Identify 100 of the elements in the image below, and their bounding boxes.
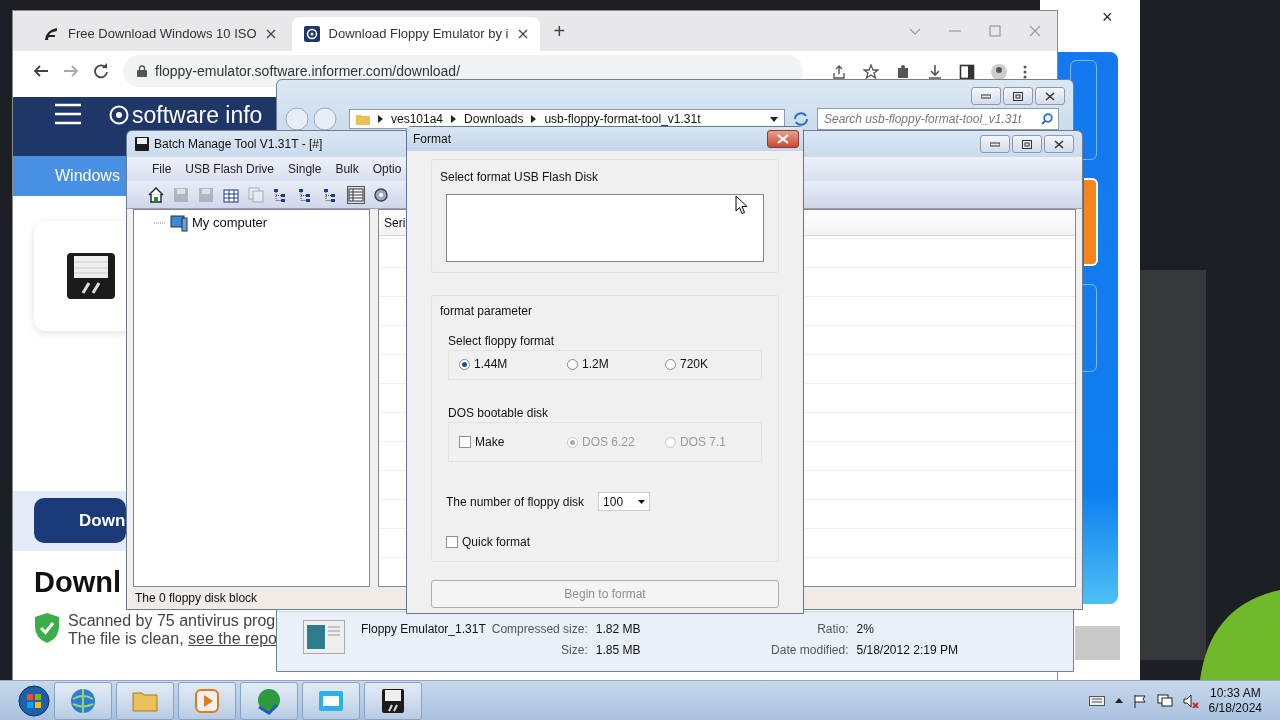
close-icon xyxy=(1054,139,1064,149)
checkbox[interactable] xyxy=(459,436,471,448)
detail-label: Ratio: xyxy=(816,621,849,638)
address-bar[interactable]: ves101a4 Downloads usb-floppy-format-tool_v1.31t xyxy=(349,109,785,129)
close-icon xyxy=(777,134,789,144)
menu-item[interactable]: Single xyxy=(288,160,322,178)
menu-icon[interactable] xyxy=(1023,64,1027,80)
tab-title: Free Download Windows 10 ISO xyxy=(68,25,257,44)
flag-icon[interactable] xyxy=(1132,693,1147,708)
list-view-icon xyxy=(348,186,364,203)
browser-tab[interactable]: Download Floppy Emulator by i xyxy=(291,17,540,51)
maximize-icon xyxy=(1013,91,1023,101)
disk-list[interactable] xyxy=(446,194,764,262)
close-button[interactable] xyxy=(1044,135,1074,153)
tab-title: Download Floppy Emulator by i xyxy=(328,25,509,44)
menu-item[interactable]: File xyxy=(152,160,172,178)
chevron-right-icon xyxy=(451,115,457,123)
report-link[interactable]: see the repo xyxy=(188,630,277,647)
checkbox[interactable] xyxy=(446,536,458,548)
close-button[interactable] xyxy=(767,130,799,148)
chevron-right-icon xyxy=(531,115,537,123)
globe-icon xyxy=(69,686,97,715)
chevron-up-icon[interactable] xyxy=(1114,698,1123,703)
home-icon xyxy=(148,186,164,203)
close-icon xyxy=(1045,91,1055,101)
close-icon[interactable] xyxy=(517,29,528,39)
url-text: floppy-emulator.software.informer.com/download/ xyxy=(155,61,461,81)
detail-label: Size: xyxy=(560,642,588,659)
radio-button[interactable] xyxy=(459,358,470,370)
tree-item[interactable]: My computer xyxy=(154,213,369,233)
detail-value: 2% xyxy=(856,621,875,638)
group-label: format parameter xyxy=(440,303,533,320)
dotted-connector-icon xyxy=(154,220,166,225)
media-player-icon xyxy=(193,686,221,715)
toolbar-button[interactable] xyxy=(347,185,365,204)
download-icon[interactable] xyxy=(927,64,943,80)
menu-item[interactable]: USB Flash Drive xyxy=(185,160,275,178)
background-panel xyxy=(1075,626,1120,660)
action-button[interactable] xyxy=(1084,178,1098,266)
clock-time[interactable]: 10:33 AM xyxy=(1208,685,1262,701)
close-icon[interactable] xyxy=(265,29,276,39)
new-tab-button[interactable]: + xyxy=(553,16,566,46)
option-label: DOS 7.1 xyxy=(680,434,727,451)
lock-icon xyxy=(137,65,147,77)
copy-icon xyxy=(248,186,264,203)
detail-value: 1.82 MB xyxy=(595,621,641,638)
page-heading: Downl xyxy=(34,565,121,599)
group-label: DOS bootable disk xyxy=(448,405,549,422)
refresh-icon[interactable] xyxy=(791,110,811,128)
keyboard-icon[interactable] xyxy=(1088,695,1105,706)
toolbar-button[interactable] xyxy=(372,185,390,204)
window-title: Batch Manage Tool V1.31T - [#] xyxy=(154,136,323,153)
maximize-button[interactable] xyxy=(1012,135,1042,153)
option-label: DOS 6.22 xyxy=(582,434,635,451)
speaker-muted-icon[interactable] xyxy=(1182,693,1199,708)
mouse-cursor-icon xyxy=(735,195,748,215)
option-label: 720K xyxy=(680,356,709,373)
group-label: Select format USB Flash Disk xyxy=(440,169,599,186)
radio-button[interactable] xyxy=(665,358,676,370)
reload-icon[interactable] xyxy=(93,63,109,79)
toolbar-button[interactable] xyxy=(147,185,165,204)
browser-tab[interactable]: Free Download Windows 10 ISO xyxy=(31,17,288,51)
share-icon[interactable] xyxy=(831,64,847,80)
radio-button[interactable] xyxy=(567,358,578,370)
column-header[interactable]: Seri xyxy=(384,213,406,232)
close-button[interactable] xyxy=(1035,87,1065,105)
menu-item[interactable]: Bulk xyxy=(335,160,359,178)
globe-arrow-icon xyxy=(255,686,283,715)
dropdown-arrow-icon[interactable] xyxy=(770,116,778,122)
taskbar-button[interactable] xyxy=(364,681,422,720)
minimize-icon xyxy=(990,141,1000,147)
computer-icon xyxy=(170,213,188,232)
menu-icon[interactable] xyxy=(55,103,81,125)
maximize-button[interactable] xyxy=(1003,87,1033,105)
profile-icon[interactable] xyxy=(991,64,1007,80)
download-button[interactable]: Down xyxy=(34,498,126,543)
site-logo[interactable]: software info xyxy=(132,103,263,127)
network-icon[interactable] xyxy=(1156,693,1173,708)
star-icon[interactable] xyxy=(863,64,879,80)
table-icon xyxy=(223,186,239,203)
option-label: 1.2M xyxy=(582,356,609,373)
detail-value: 5/18/2012 2:19 PM xyxy=(856,642,958,659)
breadcrumb-item[interactable]: usb-floppy-format-tool_v1.31t xyxy=(544,110,701,128)
clock-date[interactable]: 6/18/2024 xyxy=(1208,700,1262,716)
menu-item[interactable]: Optio xyxy=(372,160,402,178)
option-label: 1.44M xyxy=(474,356,508,373)
option-label: Quick format xyxy=(462,534,530,551)
start-orb-icon[interactable] xyxy=(18,684,50,717)
back-arrow-icon[interactable] xyxy=(33,63,49,79)
breadcrumb-item[interactable]: Downloads xyxy=(464,110,524,128)
chevron-right-icon xyxy=(378,115,383,123)
dropdown-arrow-icon xyxy=(638,499,646,504)
search-field[interactable]: Search usb-floppy-format-tool_v1.31t xyxy=(817,108,1059,130)
shield-check-icon xyxy=(34,612,60,644)
search-icon xyxy=(1041,113,1053,125)
count-dropdown[interactable]: 100 xyxy=(598,492,651,511)
close-button[interactable]: × xyxy=(1102,4,1113,31)
side-panel-icon[interactable] xyxy=(959,64,975,80)
logo-circle-icon xyxy=(109,105,129,125)
breadcrumb-item[interactable]: ves101a4 xyxy=(391,110,444,128)
